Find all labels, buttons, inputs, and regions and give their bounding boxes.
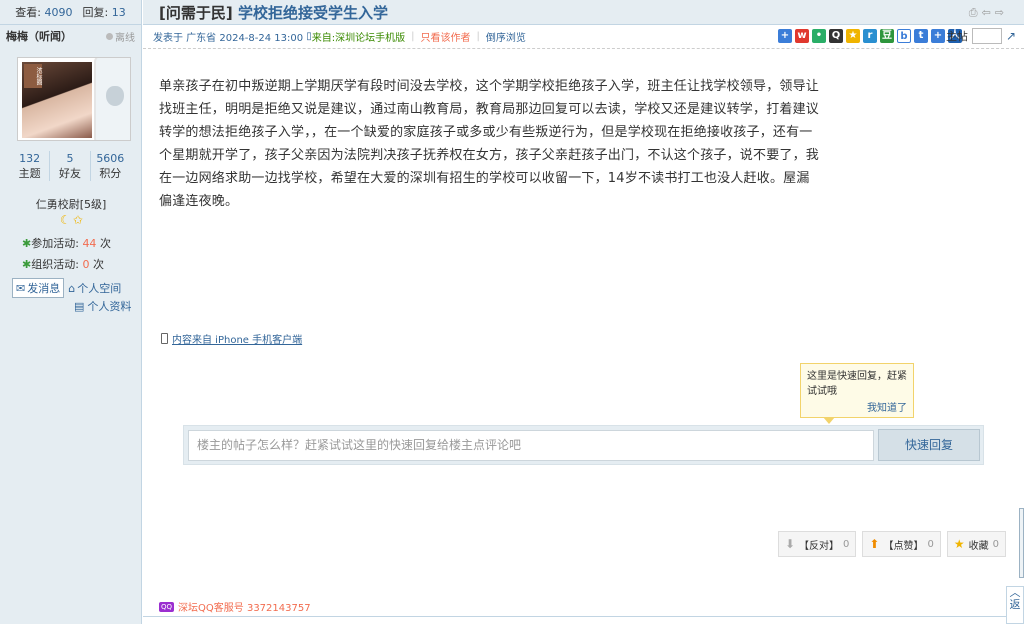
back-to-top-button[interactable]: ︿ 返	[1006, 586, 1024, 624]
qq-service: QQ 深坛QQ客服号 3372143757	[159, 599, 311, 614]
count-points[interactable]: 5606 积分	[91, 151, 130, 181]
source-note-link[interactable]: 内容来自 iPhone 手机客户端	[161, 331, 302, 346]
author-counts: 132 主题 5 好友 5606 积分	[10, 151, 130, 181]
author-rank: 仁勇校尉[5级]	[35, 198, 107, 211]
floor-input[interactable]	[971, 28, 1002, 44]
count-threads[interactable]: 132 主题	[10, 151, 51, 181]
home-icon: ⌂	[68, 281, 76, 295]
share-qq-icon[interactable]: Q	[829, 29, 843, 43]
side-tab[interactable]	[1019, 508, 1024, 578]
envelope-icon: ✉	[16, 281, 26, 295]
post-main: [问需于民] 学校拒绝接受学生入学 ⎙ ⇦ ⇨ 发表于 广东省 2024-8-2…	[143, 0, 1024, 624]
personal-space-link[interactable]: ⌂ 个人空间	[68, 280, 121, 296]
tip-arrow	[823, 417, 835, 424]
from-label: 来自:	[311, 33, 336, 44]
floor-go-icon[interactable]: ↗	[1006, 29, 1016, 43]
join-activity: ✱参加活动: 44 次	[22, 237, 111, 250]
share-qzone-icon[interactable]: ★	[846, 29, 860, 43]
tip-text: 这里是快速回复，赶紧试试哦	[807, 371, 907, 397]
print-icon[interactable]: ⎙	[969, 6, 978, 20]
floor-jump: 主帖 ↗	[946, 28, 1016, 44]
phone-icon	[161, 333, 168, 344]
profile-link[interactable]: ▤ 个人资料	[74, 298, 131, 314]
post-meta: 发表于 广东省 2024-8-24 13:00 ▯ 来自: 深圳论坛手机版 | …	[143, 25, 1024, 49]
phone-frame-icon	[94, 58, 130, 140]
post-date: 发表于 广东省 2024-8-24 13:00	[153, 33, 304, 44]
prev-thread-icon[interactable]: ⇦	[982, 6, 991, 20]
share-more-icon[interactable]: +	[931, 29, 945, 43]
offline-icon	[106, 32, 113, 40]
reverse-order-link[interactable]: 倒序浏览	[486, 29, 526, 44]
activity-icon: ✱	[22, 237, 32, 250]
moon-medal-icon: ☾	[60, 213, 71, 227]
divider	[143, 616, 1024, 617]
author-sidebar: 查看: 4090 回复: 13 梅梅（听闻） 离线 浓标圈 132 主题 5 好友 …	[0, 0, 142, 624]
share-renren-icon[interactable]: r	[863, 29, 877, 43]
qq-service-link[interactable]: 深坛QQ客服号 3372143757	[178, 599, 311, 614]
author-actions: ✉ 发消息 ⌂ 个人空间	[12, 278, 121, 298]
author-name[interactable]: 梅梅（听闻）	[6, 28, 72, 44]
quick-reply-input[interactable]: 楼主的帖子怎么样？赶紧试试这里的快速回复给楼主点评论吧	[188, 430, 874, 461]
from-source-link[interactable]: 深圳论坛手机版	[335, 29, 405, 44]
favorite-button[interactable]: ★ 收藏 0	[946, 531, 1006, 557]
share-weibo-icon[interactable]: w	[795, 29, 809, 43]
thumb-down-icon: ⬇	[784, 537, 796, 551]
views-stat: 查看: 4090	[15, 6, 73, 19]
avatar[interactable]: 浓标圈	[17, 57, 131, 141]
tip-dismiss-link[interactable]: 我知道了	[807, 401, 907, 416]
post-title: [问需于民] 学校拒绝接受学生入学	[159, 3, 388, 22]
quick-reply-bar: 楼主的帖子怎么样？赶紧试试这里的快速回复给楼主点评论吧 快速回复	[183, 425, 984, 465]
count-friends[interactable]: 5 好友	[50, 151, 91, 181]
author-row: 梅梅（听闻） 离线	[0, 25, 141, 47]
next-thread-icon[interactable]: ⇨	[995, 6, 1004, 20]
title-tools: ⎙ ⇦ ⇨	[969, 6, 1004, 20]
support-button[interactable]: ⬆ 【点赞】 0	[862, 531, 941, 557]
org-activity: ✱组织活动: 0 次	[22, 258, 104, 271]
activity-icon: ✱	[22, 258, 32, 271]
share-add-icon[interactable]: +	[778, 29, 792, 43]
medals: ☾ ✩	[60, 213, 83, 227]
quick-reply-tip: 这里是快速回复，赶紧试试哦 我知道了	[800, 363, 914, 424]
post-titlebar: [问需于民] 学校拒绝接受学生入学 ⎙ ⇦ ⇨	[143, 0, 1024, 25]
against-button[interactable]: ⬇ 【反对】 0	[777, 531, 857, 557]
star-medal-icon: ✩	[72, 213, 83, 227]
qq-badge: QQ	[159, 601, 175, 612]
online-status: 离线	[106, 29, 135, 44]
share-baidu-icon[interactable]: b	[897, 29, 911, 43]
quick-reply-button[interactable]: 快速回复	[878, 429, 980, 461]
replies-stat: 回复: 13	[82, 6, 126, 19]
vote-bar: ⬇ 【反对】 0 ⬆ 【点赞】 0 ★ 收藏 0	[777, 531, 1006, 557]
send-message-button[interactable]: ✉ 发消息	[12, 278, 65, 298]
share-wechat-icon[interactable]: •	[812, 29, 826, 43]
mobile-icon: ▯	[303, 31, 312, 42]
thumb-up-icon: ⬆	[869, 537, 880, 551]
only-author-link[interactable]: 只看该作者	[421, 29, 471, 44]
floor-label: 主帖	[945, 30, 968, 43]
share-douban-icon[interactable]: 豆	[880, 29, 894, 43]
share-icons: + w • Q ★ r 豆 b t + 人	[778, 29, 962, 43]
thread-stats: 查看: 4090 回复: 13	[0, 0, 141, 25]
document-icon: ▤	[74, 299, 85, 313]
star-icon: ★	[953, 537, 965, 551]
apple-logo-icon	[106, 86, 124, 106]
post-content: 单亲孩子在初中叛逆期上学期厌学有段时间没去学校，这个学期学校拒绝孩子入学，班主任…	[159, 79, 820, 209]
avatar-stamp: 浓标圈	[24, 64, 42, 88]
share-tieba-icon[interactable]: t	[914, 29, 928, 43]
